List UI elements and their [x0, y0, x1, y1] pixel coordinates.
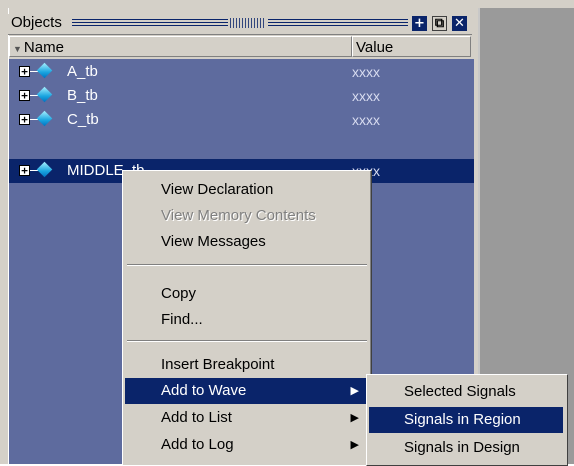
- item-name: A_tb: [67, 63, 98, 80]
- window-title: Objects: [11, 14, 62, 31]
- item-value: xxxx: [352, 88, 380, 104]
- signal-diamond-icon: [36, 110, 53, 127]
- sort-arrow-icon: ▼: [13, 44, 22, 54]
- submenu-arrow-icon: ▶: [350, 439, 359, 451]
- list-item[interactable]: + B_tb xxxx: [9, 84, 474, 108]
- menu-item-label: View Messages: [161, 233, 266, 250]
- menu-item-label: View Declaration: [161, 181, 274, 198]
- expand-icon[interactable]: +: [19, 66, 30, 77]
- submenu-item-label: Signals in Design: [404, 439, 520, 456]
- add-icon[interactable]: +: [412, 16, 427, 31]
- item-value: xxxx: [352, 64, 380, 80]
- column-name-label: Name: [23, 39, 64, 56]
- menu-item-view-messages[interactable]: View Messages: [125, 229, 369, 255]
- menu-item-view-declaration[interactable]: View Declaration: [125, 177, 369, 203]
- list-item[interactable]: + A_tb xxxx: [9, 60, 474, 84]
- menu-item-add-to-list[interactable]: Add to List ▶: [125, 405, 369, 431]
- dock-icon[interactable]: ⧉: [432, 16, 447, 31]
- column-value-label: Value: [356, 39, 394, 56]
- item-name: B_tb: [67, 87, 98, 104]
- signal-diamond-icon: [36, 86, 53, 103]
- menu-item-find[interactable]: Find...: [125, 307, 369, 333]
- menu-item-label: Find...: [161, 311, 203, 328]
- close-icon[interactable]: ✕: [452, 16, 467, 31]
- menu-item-label: Add to Wave: [161, 382, 247, 399]
- titlebar-grip-right[interactable]: [268, 19, 408, 28]
- submenu-item-label: Selected Signals: [404, 383, 516, 400]
- menu-item-label: Add to Log: [161, 436, 234, 453]
- menu-separator: [127, 264, 367, 266]
- expand-icon[interactable]: +: [19, 165, 30, 176]
- titlebar-grip-handle[interactable]: [230, 18, 266, 28]
- submenu-item-signals-in-region[interactable]: Signals in Region: [369, 407, 563, 433]
- context-menu: View Declaration View Memory Contents Vi…: [122, 170, 372, 465]
- item-name: C_tb: [67, 111, 99, 128]
- expand-icon[interactable]: +: [19, 114, 30, 125]
- menu-item-view-memory-contents: View Memory Contents: [125, 203, 369, 229]
- menu-item-label: Insert Breakpoint: [161, 356, 275, 373]
- item-value: xxxx: [352, 112, 380, 128]
- signal-diamond-icon: [36, 62, 53, 79]
- submenu-item-signals-in-design[interactable]: Signals in Design: [369, 435, 563, 461]
- menu-separator: [127, 340, 367, 342]
- menu-item-copy[interactable]: Copy: [125, 281, 369, 307]
- add-to-wave-submenu: Selected Signals Signals in Region Signa…: [366, 374, 568, 466]
- titlebar-grip-left[interactable]: [72, 19, 228, 28]
- menu-item-add-to-wave[interactable]: Add to Wave ▶: [125, 378, 369, 404]
- menu-item-add-to-log[interactable]: Add to Log ▶: [125, 432, 369, 458]
- menu-item-label: Add to List: [161, 409, 232, 426]
- list-header: ▼ Name Value: [9, 36, 471, 58]
- column-header-name[interactable]: ▼ Name: [9, 36, 352, 57]
- column-header-value[interactable]: Value: [352, 36, 471, 57]
- menu-item-insert-breakpoint[interactable]: Insert Breakpoint: [125, 352, 369, 378]
- signal-diamond-icon: [36, 161, 53, 178]
- submenu-item-label: Signals in Region: [404, 411, 521, 428]
- expand-icon[interactable]: +: [19, 90, 30, 101]
- submenu-arrow-icon: ▶: [350, 412, 359, 424]
- objects-titlebar[interactable]: Objects + ⧉ ✕: [8, 14, 472, 35]
- submenu-item-selected-signals[interactable]: Selected Signals: [369, 379, 563, 405]
- submenu-arrow-icon: ▶: [350, 385, 359, 397]
- list-item[interactable]: + C_tb xxxx: [9, 108, 474, 132]
- menu-item-label: Copy: [161, 285, 197, 302]
- menu-item-label: View Memory Contents: [161, 207, 316, 224]
